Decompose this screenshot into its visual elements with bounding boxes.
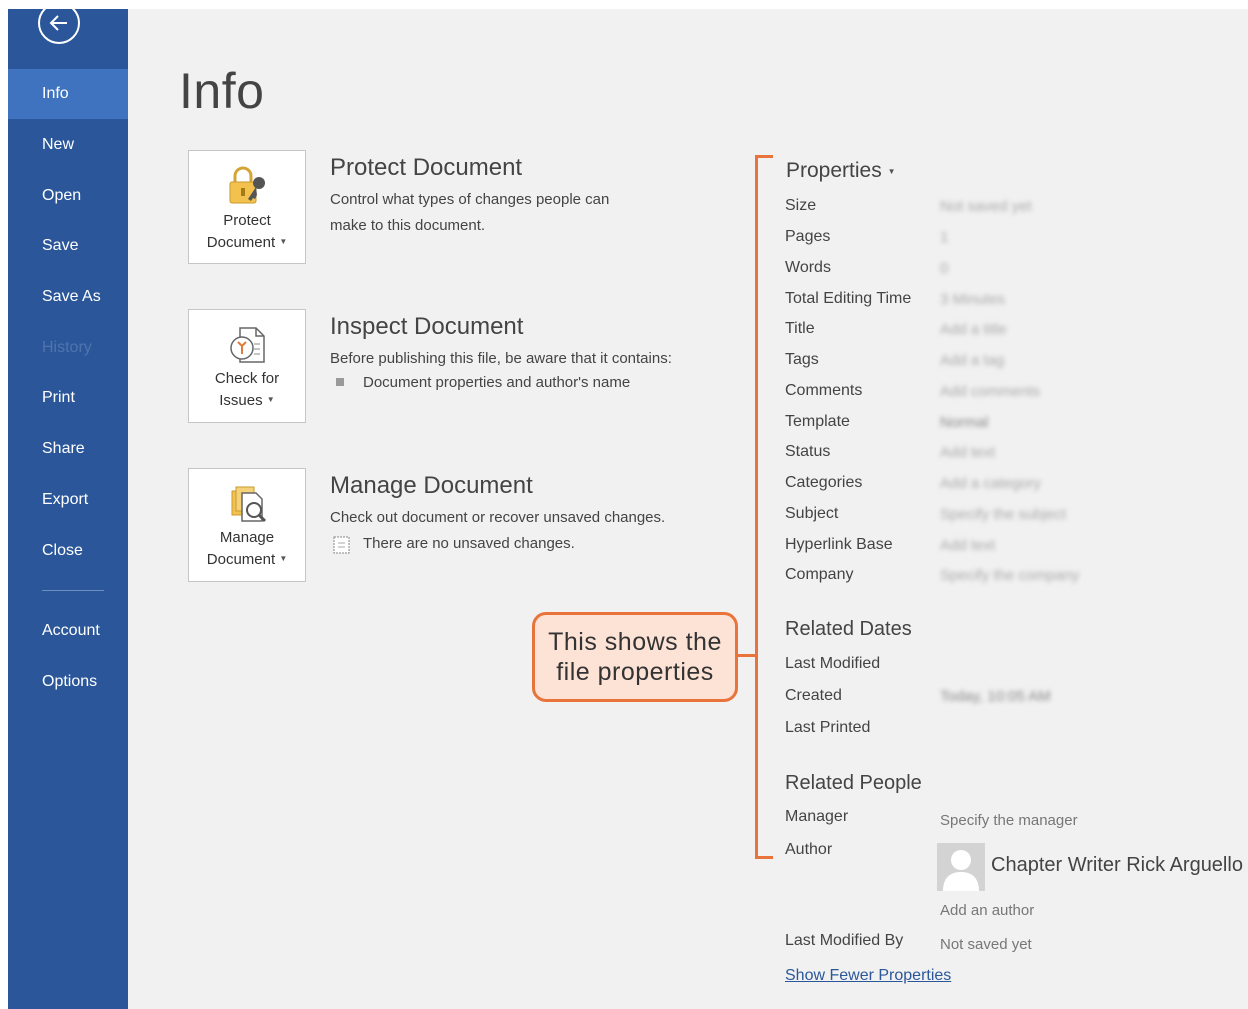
- prop-label-tags: Tags: [785, 351, 819, 368]
- protect-desc-1: Control what types of changes people can: [330, 191, 610, 208]
- protect-desc-2: make to this document.: [330, 217, 486, 234]
- prop-label-template: Template: [785, 413, 850, 430]
- nav-print[interactable]: Print: [8, 373, 128, 423]
- page-title: Info: [179, 63, 265, 119]
- prop-label-comments: Comments: [785, 382, 863, 399]
- prop-label-author: Author: [785, 841, 833, 858]
- inspect-bullet-text: Document properties and author's name: [363, 374, 631, 391]
- prop-value-categories[interactable]: Add a category: [940, 475, 1041, 492]
- prop-label-last-printed: Last Printed: [785, 719, 871, 736]
- prop-label-manager: Manager: [785, 808, 849, 825]
- prop-label-last-modified: Last Modified: [785, 655, 881, 672]
- manage-button-label-1: Manage: [219, 529, 275, 546]
- sidebar: Info New Open Save Save As History Print…: [8, 9, 128, 1009]
- nav-save-as[interactable]: Save As: [8, 272, 128, 322]
- back-button[interactable]: [38, 9, 80, 44]
- prop-value-company[interactable]: Specify the company: [940, 567, 1079, 584]
- prop-value-title[interactable]: Add a title: [940, 321, 1007, 338]
- nav-divider: [42, 590, 104, 591]
- dropdown-caret-icon: ▼: [887, 167, 896, 176]
- protect-title: Protect Document: [330, 154, 523, 181]
- manage-document-button[interactable]: Manage Document ▼: [188, 468, 306, 582]
- inspect-document-icon: [230, 327, 265, 363]
- manager-field[interactable]: Specify the manager: [940, 812, 1078, 829]
- inspect-desc: Before publishing this file, be aware th…: [330, 350, 672, 367]
- backstage-view: Info New Open Save Save As History Print…: [8, 9, 1248, 1009]
- manage-desc: Check out document or recover unsaved ch…: [330, 509, 666, 526]
- prop-label-categories: Categories: [785, 474, 863, 491]
- callout-connector: [738, 654, 756, 657]
- prop-value-words: 0: [940, 260, 949, 277]
- inspect-button-label-2: Issues ▼: [219, 392, 275, 409]
- nav-open[interactable]: Open: [8, 171, 128, 221]
- manage-document-icon: [231, 486, 267, 523]
- callout-line-1: This shows the: [548, 628, 722, 656]
- manage-status: There are no unsaved changes.: [363, 535, 575, 552]
- dropdown-caret-icon: ▼: [279, 237, 288, 246]
- prop-label-words: Words: [785, 259, 831, 276]
- related-people-heading: Related People: [785, 772, 922, 794]
- prop-value-status[interactable]: Add text: [940, 444, 995, 461]
- nav-new[interactable]: New: [8, 120, 128, 170]
- add-author-field[interactable]: Add an author: [940, 902, 1034, 919]
- prop-label-editing-time: Total Editing Time: [785, 290, 912, 307]
- dropdown-caret-icon: ▼: [279, 554, 288, 563]
- prop-value-created: Today, 10:05 AM: [940, 688, 1051, 705]
- person-icon: [943, 850, 979, 891]
- properties-dropdown[interactable]: Properties ▼: [786, 159, 895, 183]
- prop-label-subject: Subject: [785, 505, 839, 522]
- callout-line-2: file properties: [556, 658, 714, 686]
- prop-label-pages: Pages: [785, 228, 831, 245]
- document-status-icon: [333, 536, 350, 554]
- related-dates-heading: Related Dates: [785, 618, 912, 640]
- prop-value-comments[interactable]: Add comments: [940, 383, 1040, 400]
- callout-box: This shows the file properties: [532, 612, 738, 702]
- prop-value-hyperlink-base[interactable]: Add text: [940, 537, 995, 554]
- inspect-button-label-1: Check for: [214, 370, 280, 387]
- nav-history: History: [42, 339, 92, 356]
- prop-label-created: Created: [785, 687, 842, 704]
- nav-export[interactable]: Export: [8, 475, 128, 525]
- protect-button-label-1: Protect: [223, 212, 271, 229]
- prop-label-status: Status: [785, 443, 831, 460]
- dropdown-caret-icon: ▼: [266, 395, 275, 404]
- check-for-issues-button[interactable]: Check for Issues ▼: [188, 309, 306, 423]
- show-fewer-properties-link[interactable]: Show Fewer Properties: [785, 967, 951, 985]
- prop-label-size: Size: [785, 197, 817, 214]
- bullet-icon: [336, 378, 344, 386]
- prop-value-size: Not saved yet: [940, 198, 1032, 215]
- nav-save[interactable]: Save: [8, 221, 128, 271]
- prop-value-last-modified-by: Not saved yet: [940, 936, 1032, 953]
- nav-options[interactable]: Options: [8, 657, 128, 707]
- prop-value-subject[interactable]: Specify the subject: [940, 506, 1066, 523]
- prop-label-title: Title: [785, 320, 815, 337]
- inspect-title: Inspect Document: [330, 313, 524, 340]
- nav-share[interactable]: Share: [8, 424, 128, 474]
- nav-account[interactable]: Account: [8, 606, 128, 656]
- author-name[interactable]: Chapter Writer Rick Arguello: [991, 854, 1243, 877]
- manage-button-label-2: Document ▼: [206, 551, 288, 568]
- back-arrow-icon: [49, 15, 67, 31]
- prop-label-company: Company: [785, 566, 854, 583]
- lock-key-icon: [229, 166, 265, 204]
- nav-close[interactable]: Close: [8, 526, 128, 576]
- properties-bracket: [755, 155, 773, 859]
- prop-value-tags[interactable]: Add a tag: [940, 352, 1004, 369]
- nav-info[interactable]: Info: [8, 69, 128, 119]
- prop-value-pages: 1: [940, 229, 949, 246]
- author-avatar: [937, 843, 985, 891]
- protect-button-label-2: Document ▼: [206, 234, 288, 251]
- prop-value-template: Normal: [940, 414, 989, 431]
- manage-title: Manage Document: [330, 472, 533, 499]
- prop-label-hyperlink-base: Hyperlink Base: [785, 536, 893, 553]
- prop-value-editing-time: 3 Minutes: [940, 291, 1006, 308]
- protect-document-button[interactable]: Protect Document ▼: [188, 150, 306, 264]
- prop-label-last-modified-by: Last Modified By: [785, 932, 904, 949]
